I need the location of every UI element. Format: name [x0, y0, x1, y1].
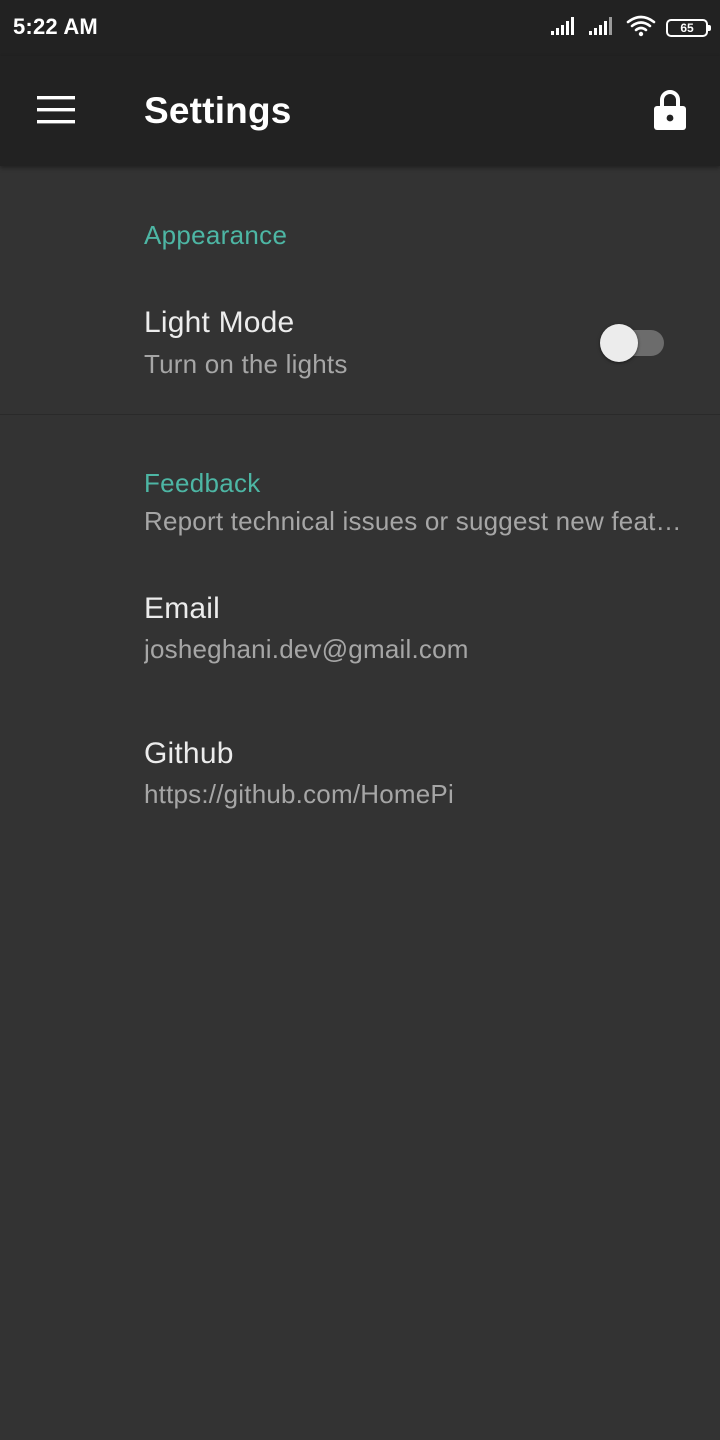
page-title: Settings [144, 90, 292, 131]
hamburger-menu-icon [37, 95, 75, 129]
section-header-feedback: Feedback [144, 468, 261, 498]
section-divider [0, 414, 720, 415]
email-title: Email [144, 592, 221, 625]
section-header-appearance: Appearance [144, 220, 288, 250]
signal-icon [588, 16, 616, 41]
github-title: Github [144, 737, 234, 770]
signal-icon [550, 16, 578, 41]
email-preference[interactable]: Email josheghani.dev@gmail.com [0, 564, 720, 702]
status-bar: 5:22 AM 65 [0, 0, 720, 56]
wifi-icon [626, 15, 656, 42]
feedback-summary: Report technical issues or suggest new f… [144, 506, 684, 536]
status-icons: 65 [550, 14, 711, 42]
switch-thumb [600, 324, 638, 362]
light-mode-switch[interactable] [600, 318, 666, 362]
light-mode-preference[interactable]: Light Mode Turn on the lights [0, 282, 720, 414]
light-mode-summary: Turn on the lights [144, 349, 348, 379]
lock-icon [653, 89, 687, 136]
menu-button[interactable] [28, 84, 84, 140]
status-time: 5:22 AM [13, 14, 98, 39]
light-mode-title: Light Mode [144, 306, 295, 339]
lock-button[interactable] [642, 84, 698, 140]
battery-icon: 65 [666, 19, 711, 37]
github-preference[interactable]: Github https://github.com/HomePi [0, 709, 720, 847]
github-summary: https://github.com/HomePi [144, 779, 454, 809]
email-summary: josheghani.dev@gmail.com [144, 634, 469, 664]
app-bar: Settings [0, 56, 720, 166]
